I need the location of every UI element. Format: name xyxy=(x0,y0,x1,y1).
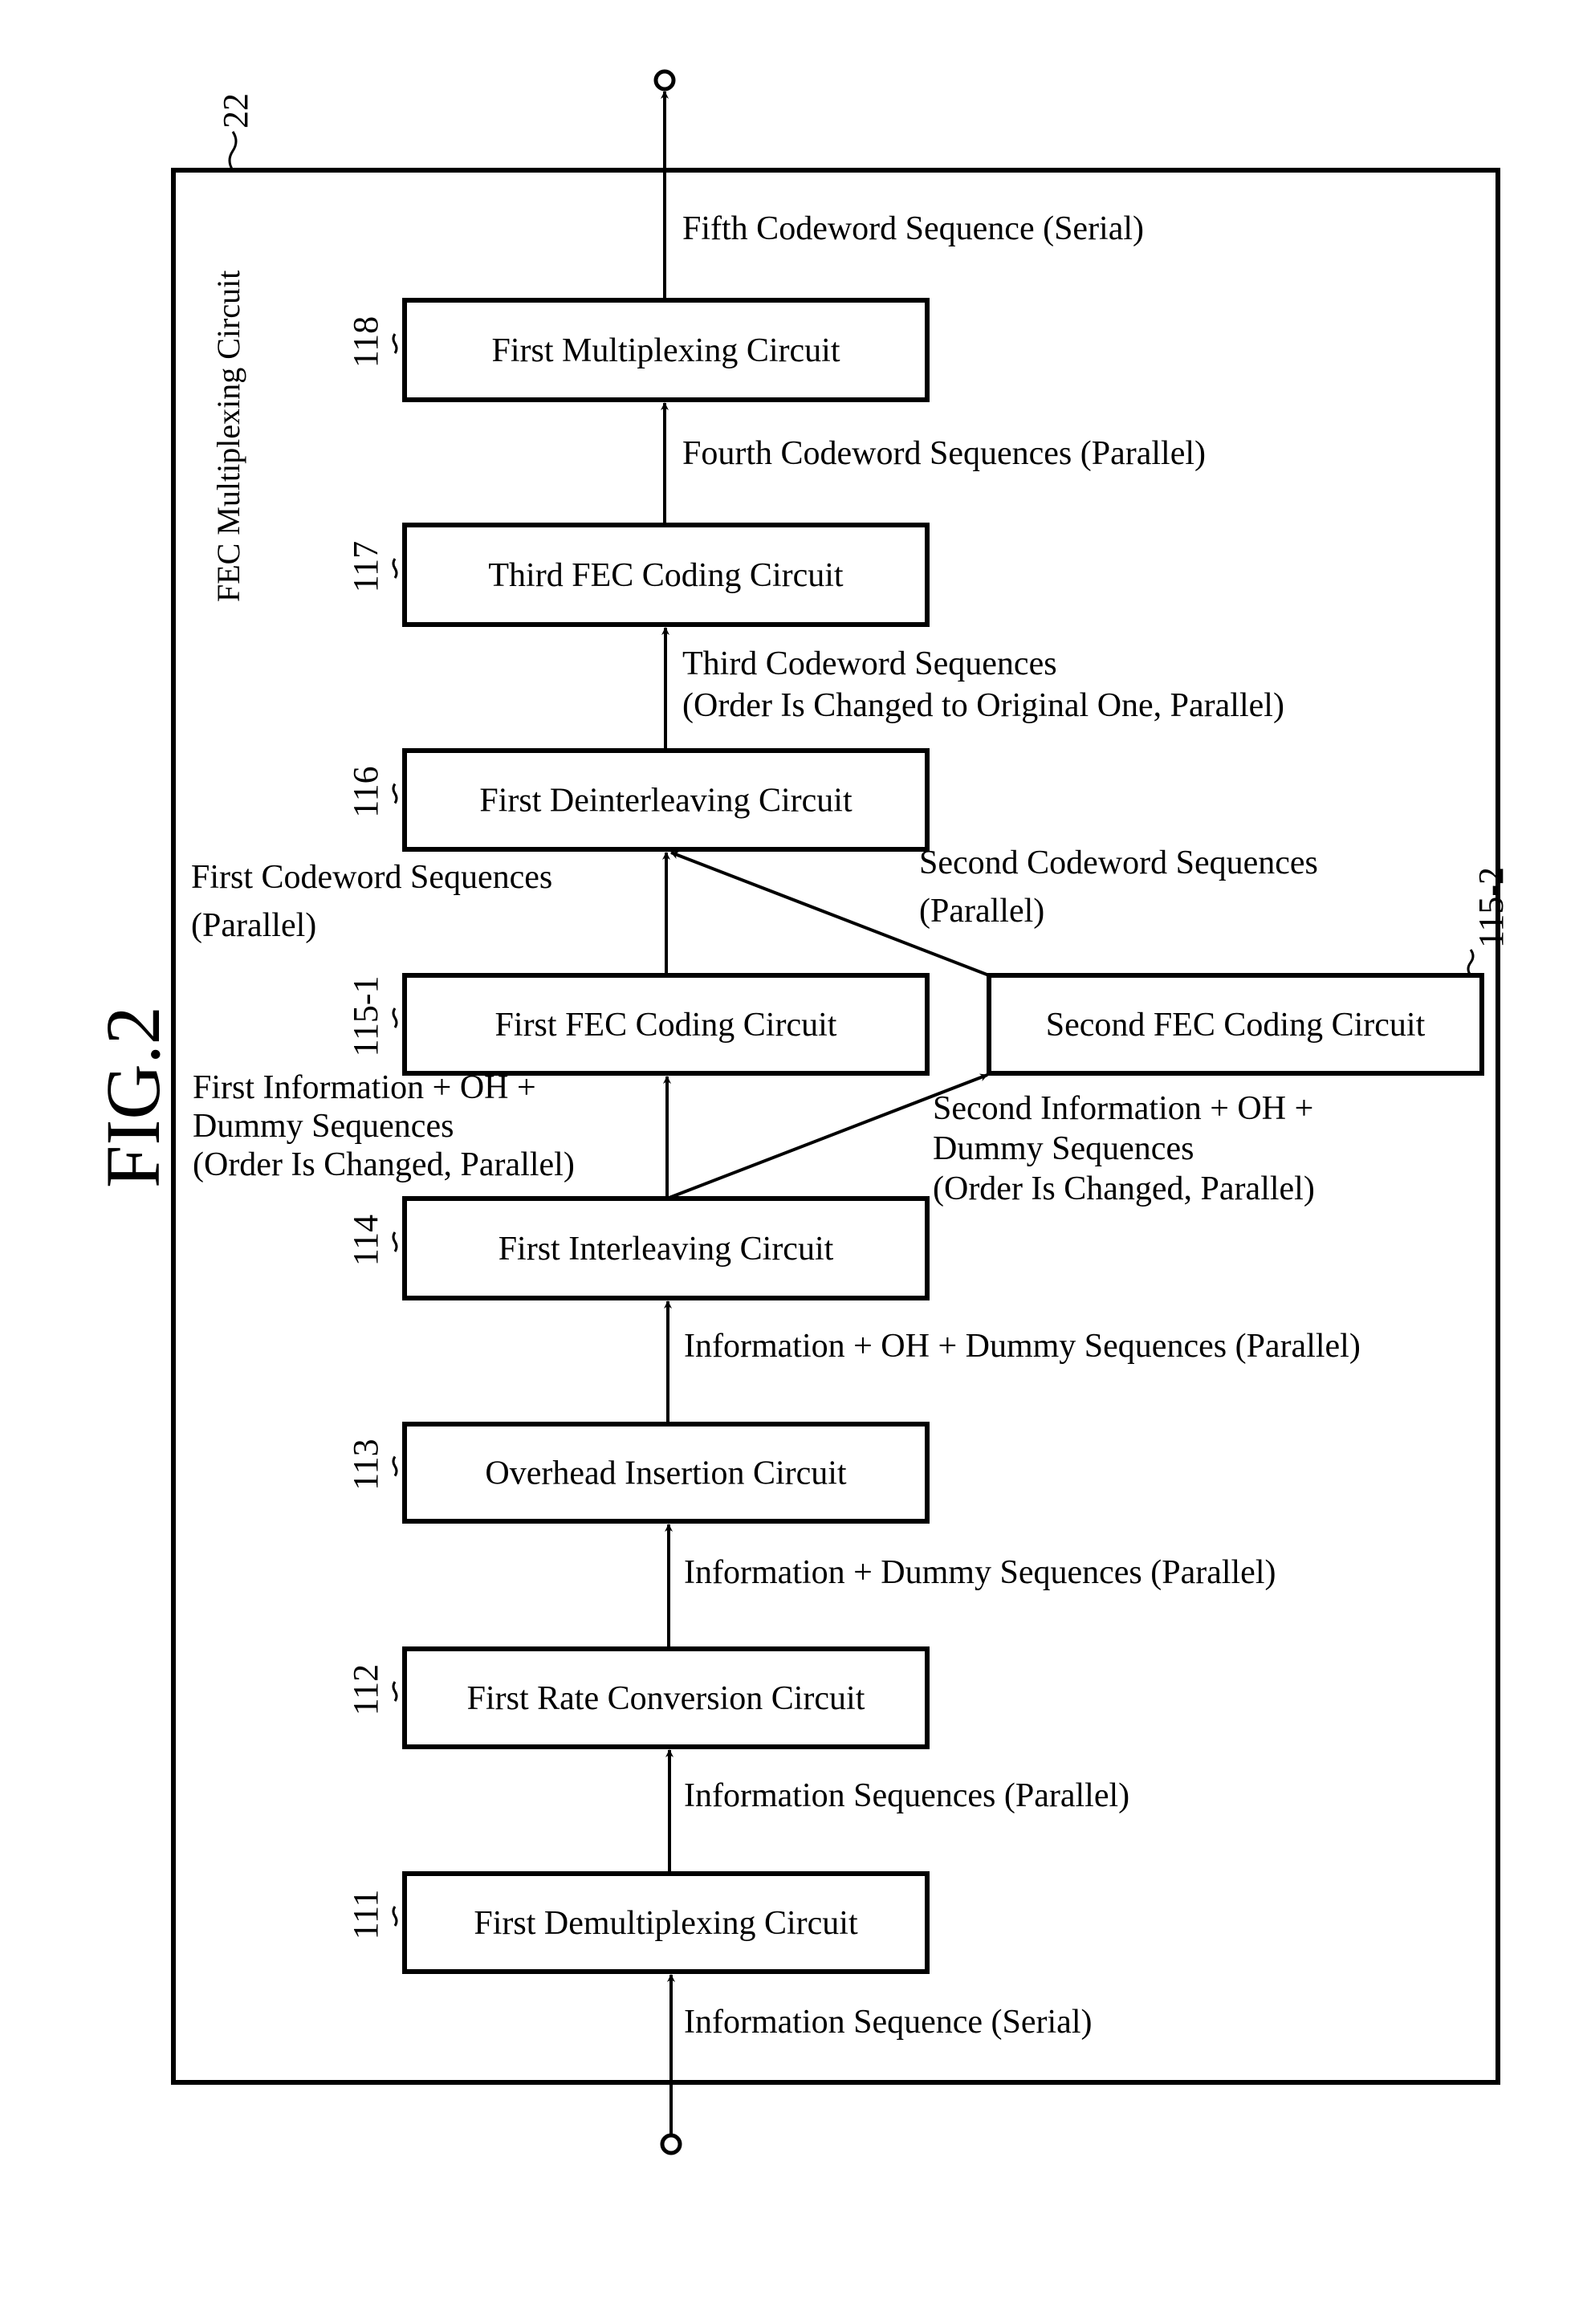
block-ref-number: 115-1 xyxy=(346,975,385,1056)
ref-leader xyxy=(1467,949,1475,976)
ref-leader xyxy=(392,1906,398,1927)
block-label: First Deinterleaving Circuit xyxy=(479,783,853,820)
signal-label-line: Second Codeword Sequences xyxy=(919,845,1318,881)
block-115-2: Second FEC Coding Circuit 115-2 xyxy=(987,867,1511,1076)
signal-label-s115-2-out: Second Codeword Sequences (Parallel) xyxy=(919,845,1318,930)
block-111: First Demultiplexing Circuit 111 xyxy=(346,1871,930,1974)
ref-leader xyxy=(392,1455,398,1477)
signal-label-s115-1-out: First Codeword Sequences (Parallel) xyxy=(191,859,552,944)
signal-label-s112-in: Information Sequences (Parallel) xyxy=(684,1777,1129,1814)
block-113: Overhead Insertion Circuit 113 xyxy=(346,1422,930,1524)
block-ref-number: 111 xyxy=(346,1890,385,1940)
signal-label-line: First Information + OH + xyxy=(193,1069,536,1106)
block-116: First Deinterleaving Circuit 116 xyxy=(346,748,930,852)
block-ref-number: 114 xyxy=(346,1215,385,1266)
signal-label-s113-in: Information + Dummy Sequences (Parallel) xyxy=(684,1554,1276,1591)
ref-leader xyxy=(392,783,398,804)
frame-label: FEC Multiplexing Circuit xyxy=(210,271,246,602)
signal-label-s117-in: Third Codeword Sequences (Order Is Change… xyxy=(682,645,1284,724)
block-label: Second FEC Coding Circuit xyxy=(1046,1007,1426,1044)
ref-leader xyxy=(392,333,398,354)
block-label: First Rate Conversion Circuit xyxy=(467,1680,865,1717)
block-label: First Interleaving Circuit xyxy=(499,1231,834,1268)
block-label: Overhead Insertion Circuit xyxy=(485,1455,847,1492)
ref-leader xyxy=(392,1231,398,1252)
ref-leader xyxy=(392,558,398,579)
signal-label-s114-out-2: Second Information + OH + Dummy Sequences… xyxy=(933,1090,1315,1207)
ref-leader xyxy=(392,1681,398,1702)
block-ref-number: 116 xyxy=(346,766,385,817)
signal-labels: Fifth Codeword Sequence (Serial) Fourth C… xyxy=(191,210,1361,2041)
signal-label-s114-out-1: First Information + OH + Dummy Sequences(… xyxy=(193,1069,575,1183)
signal-label-line: (Parallel) xyxy=(919,893,1044,930)
block-label: First Multiplexing Circuit xyxy=(491,332,840,369)
signal-label-line: Information + Dummy Sequences (Parallel) xyxy=(684,1554,1276,1591)
signal-label-line: Second Information + OH + xyxy=(933,1090,1313,1127)
input-terminal xyxy=(660,2133,682,2155)
frame-ref-leader xyxy=(228,131,238,171)
signal-label-line: (Parallel) xyxy=(191,907,316,944)
block-label: First FEC Coding Circuit xyxy=(495,1007,837,1044)
block-ref-number: 112 xyxy=(346,1664,385,1716)
block-label: First Demultiplexing Circuit xyxy=(474,1905,858,1942)
signal-label-line: Dummy Sequences xyxy=(933,1130,1194,1167)
block-ref-number: 113 xyxy=(346,1439,385,1490)
signal-label-line: (Order Is Changed, Parallel) xyxy=(933,1170,1315,1207)
signal-label-s114-in: Information + OH + Dummy Sequences (Para… xyxy=(684,1328,1361,1365)
block-ref-number: 115-2 xyxy=(1471,867,1511,948)
signal-label-line: Information Sequences (Parallel) xyxy=(684,1777,1129,1814)
output-terminal xyxy=(653,69,676,92)
signal-label-output: Fifth Codeword Sequence (Serial) xyxy=(682,210,1144,247)
signal-label-line: Dummy Sequences xyxy=(193,1108,454,1145)
block-label: Third FEC Coding Circuit xyxy=(488,557,844,594)
fec-multiplexing-diagram: FIG.2 FEC Multiplexing Circuit 22 First … xyxy=(90,69,1511,2155)
block-ref-number: 118 xyxy=(346,316,385,368)
signal-label-input: Information Sequence (Serial) xyxy=(684,2004,1092,2041)
block-114: First Interleaving Circuit 114 xyxy=(346,1196,930,1300)
signal-label-line: Fifth Codeword Sequence (Serial) xyxy=(682,210,1144,247)
block-118: First Multiplexing Circuit 118 xyxy=(346,298,930,402)
signal-label-line: Fourth Codeword Sequences (Parallel) xyxy=(682,435,1206,472)
signal-label-s118-in: Fourth Codeword Sequences (Parallel) xyxy=(682,435,1206,472)
signal-label-line: Information Sequence (Serial) xyxy=(684,2004,1092,2041)
blocks: First Multiplexing Circuit 118 Third FEC C… xyxy=(346,298,1511,1974)
signal-label-line: Information + OH + Dummy Sequences (Para… xyxy=(684,1328,1361,1365)
signal-label-line: First Codeword Sequences xyxy=(191,859,552,896)
block-117: Third FEC Coding Circuit 117 xyxy=(346,523,930,627)
frame-ref-number: 22 xyxy=(216,93,255,128)
signal-label-line: Third Codeword Sequences xyxy=(682,645,1057,682)
ref-leader xyxy=(392,1007,398,1028)
signal-label-line: (Order Is Changed, Parallel) xyxy=(193,1146,575,1183)
block-112: First Rate Conversion Circuit 112 xyxy=(346,1646,930,1749)
block-115-1: First FEC Coding Circuit 115-1 xyxy=(346,973,930,1076)
block-ref-number: 117 xyxy=(346,541,385,592)
figure-title: FIG.2 xyxy=(90,1006,176,1188)
signal-label-line: (Order Is Changed to Original One, Paral… xyxy=(682,687,1284,724)
